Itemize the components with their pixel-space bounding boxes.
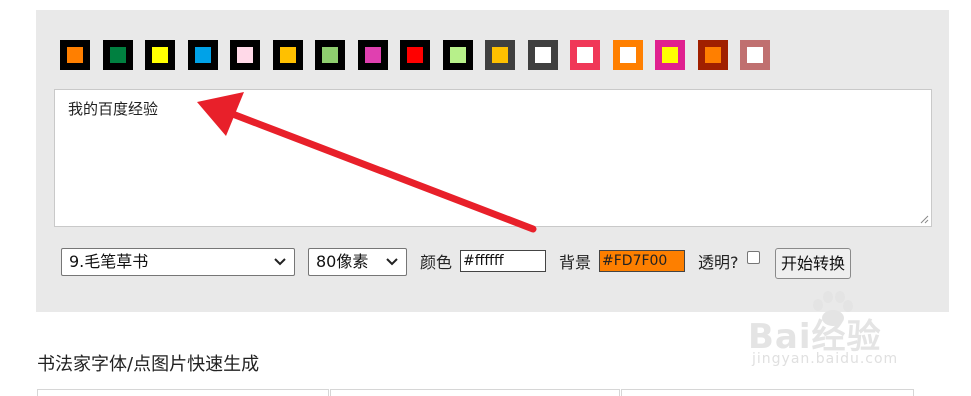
- color-swatch[interactable]: [485, 40, 515, 70]
- color-swatch[interactable]: [442, 40, 473, 70]
- color-swatch[interactable]: [102, 40, 133, 70]
- color-swatch[interactable]: [315, 40, 345, 70]
- watermark-url-text: jingyan.baidu.com: [752, 351, 899, 367]
- color-swatch-fill: [109, 47, 126, 63]
- font-size-select-value: 80像素: [316, 252, 369, 271]
- text-input-area[interactable]: 我的百度经验: [54, 89, 932, 227]
- color-swatch[interactable]: [655, 40, 685, 70]
- color-swatch-fill: [322, 47, 338, 63]
- color-swatch[interactable]: [272, 40, 303, 70]
- color-swatch[interactable]: [230, 40, 260, 70]
- color-swatch[interactable]: [570, 40, 600, 70]
- background-color-input[interactable]: #FD7F00: [599, 250, 685, 272]
- color-swatch-fill: [194, 47, 211, 63]
- color-swatch[interactable]: [400, 40, 430, 70]
- color-swatch[interactable]: [357, 40, 388, 70]
- baidu-jingyan-watermark: Bai经验 jingyan.baidu.com: [740, 285, 925, 375]
- color-swatch-fill: [492, 47, 508, 63]
- color-swatch-fill: [237, 47, 253, 63]
- color-swatch-fill: [662, 47, 678, 63]
- color-swatch-fill: [704, 47, 721, 63]
- color-label: 颜色: [420, 253, 453, 272]
- color-swatch[interactable]: [612, 40, 643, 70]
- text-color-input[interactable]: #ffffff: [460, 250, 546, 272]
- color-swatch-fill: [152, 47, 168, 63]
- text-input-value: 我的百度经验: [68, 100, 159, 118]
- transparent-label: 透明?: [698, 253, 739, 272]
- color-swatch[interactable]: [187, 40, 218, 70]
- font-style-select-value: 9.毛笔草书: [69, 252, 149, 271]
- color-swatch-fill: [67, 47, 83, 63]
- chevron-down-icon: [274, 258, 286, 266]
- color-swatch-fill: [364, 47, 381, 63]
- color-swatch[interactable]: [527, 40, 558, 70]
- color-swatch-fill: [619, 47, 636, 63]
- color-swatch-fill: [577, 47, 593, 63]
- color-swatch-fill: [279, 47, 296, 63]
- color-swatch[interactable]: [740, 40, 770, 70]
- font-style-select[interactable]: 9.毛笔草书: [61, 248, 295, 276]
- color-swatch-fill: [747, 47, 763, 63]
- start-convert-button[interactable]: 开始转换: [775, 248, 851, 279]
- chevron-down-icon: [386, 258, 398, 266]
- resize-grip-icon[interactable]: [919, 214, 929, 224]
- result-card[interactable]: [621, 389, 914, 396]
- section-title: 书法家字体/点图片快速生成: [37, 354, 260, 375]
- transparent-checkbox[interactable]: [747, 251, 760, 264]
- result-card[interactable]: [37, 389, 329, 396]
- color-swatch-fill: [449, 47, 466, 63]
- background-label: 背景: [559, 253, 592, 272]
- color-swatch[interactable]: [60, 40, 90, 70]
- result-card[interactable]: [330, 389, 620, 396]
- font-size-select[interactable]: 80像素: [308, 248, 407, 276]
- color-swatch-fill: [407, 47, 423, 63]
- color-swatch[interactable]: [697, 40, 728, 70]
- color-swatch-fill: [534, 47, 551, 63]
- color-swatch[interactable]: [145, 40, 175, 70]
